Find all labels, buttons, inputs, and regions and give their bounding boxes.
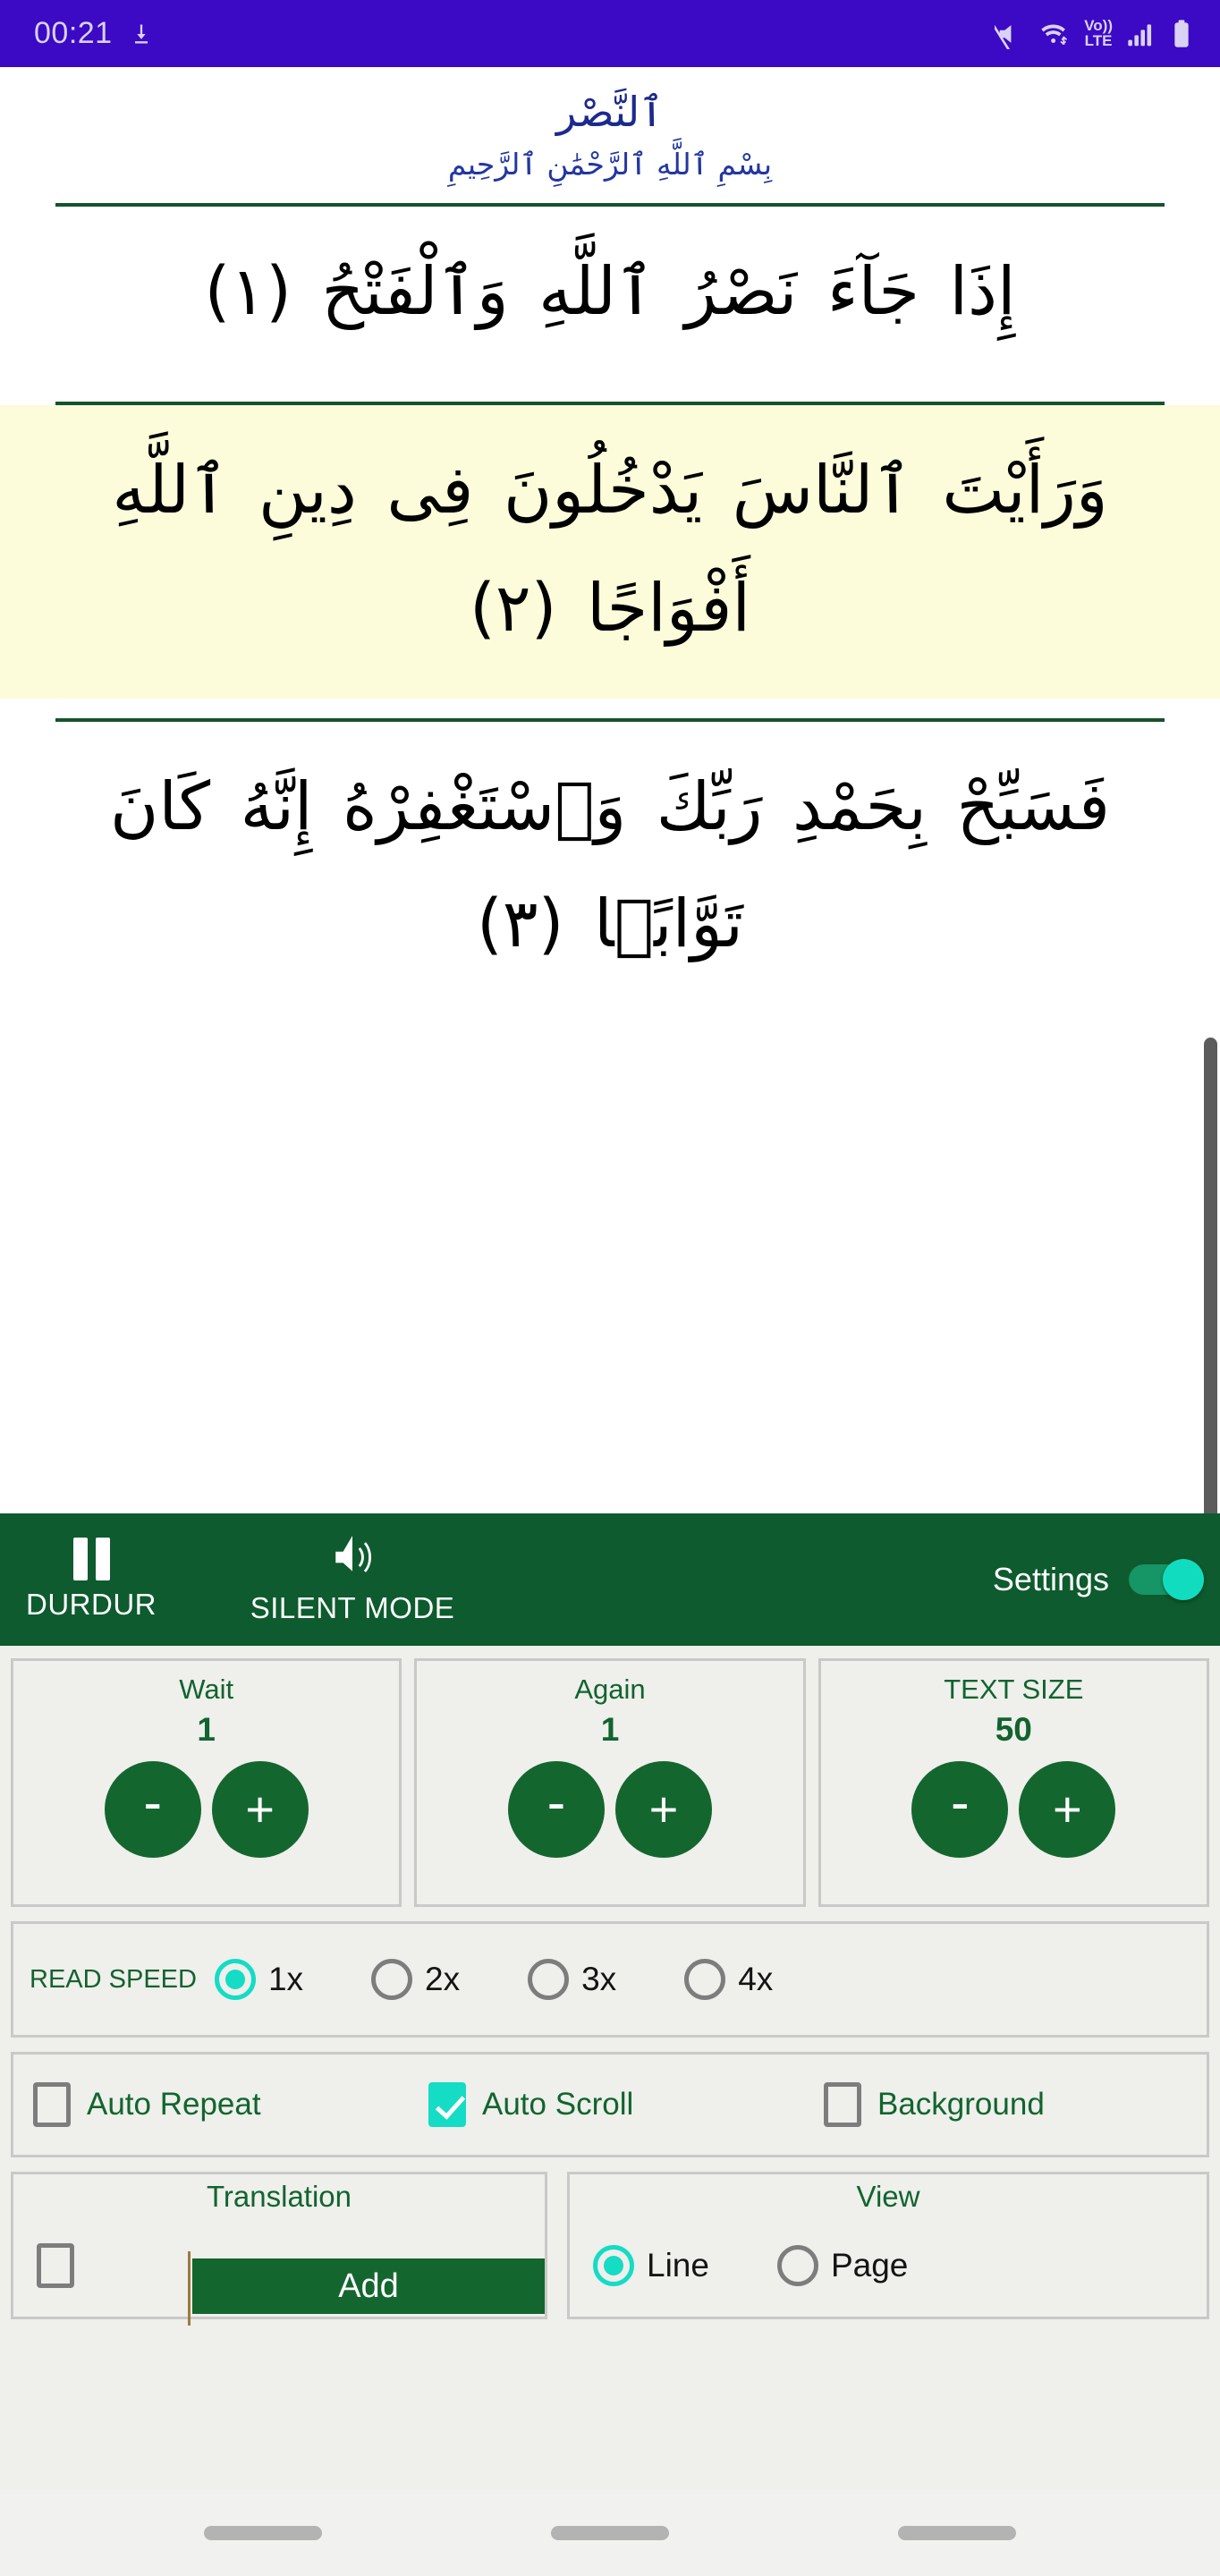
ayah-line[interactable]: إِذَا جَآءَ نَصْرُ ٱللَّهِ وَٱلْفَتْحُ (… xyxy=(0,207,1220,382)
nav-pill-recents[interactable] xyxy=(204,2526,322,2540)
clock-time: 00:21 xyxy=(34,16,113,50)
settings-toggle-group[interactable]: Settings xyxy=(993,1513,1220,1646)
radio-icon[interactable] xyxy=(593,2244,634,2286)
again-decrement-button[interactable]: - xyxy=(507,1761,605,1858)
read-speed-option-1x[interactable]: 1x xyxy=(214,1959,304,2000)
nav-pill-back[interactable] xyxy=(898,2526,1016,2540)
again-increment-button[interactable]: + xyxy=(614,1761,712,1858)
view-option-line[interactable]: Line xyxy=(593,2244,709,2286)
read-speed-option-3x[interactable]: 3x xyxy=(528,1959,616,2000)
silent-mode-button[interactable]: SILENT MODE xyxy=(182,1513,522,1646)
view-option-label: Line xyxy=(647,2246,709,2284)
toggle-knob xyxy=(1163,1559,1204,1600)
read-speed-option-label: 4x xyxy=(738,1961,774,1997)
volte-icon: Vo)) LTE xyxy=(1084,17,1113,49)
bottom-panel-row: Translation Add View Line Page xyxy=(11,2172,1209,2326)
text-size-increment-button[interactable]: + xyxy=(1019,1761,1116,1858)
stepper-buttons: - + xyxy=(911,1761,1116,1858)
surah-title: ٱلنَّصْر xyxy=(555,88,665,136)
stepper-value: 50 xyxy=(995,1711,1032,1748)
read-speed-option-label: 2x xyxy=(425,1961,461,1997)
settings-panels: Wait 1 - + Again 1 - + TEXT SIZE 50 - + … xyxy=(0,1646,1220,2490)
ayah-line[interactable]: وَرَأَيْتَ ٱلنَّاسَ يَدْخُلُونَ فِى دِين… xyxy=(0,405,1220,699)
stepper-text-size: TEXT SIZE 50 - + xyxy=(818,1658,1209,1907)
settings-toggle-switch[interactable] xyxy=(1129,1559,1204,1600)
system-navigation-bar xyxy=(0,2490,1220,2576)
ayah-line[interactable]: فَسَبِّحْ بِحَمْدِ رَبِّكَ وَٱسْتَغْفِرْ… xyxy=(0,722,1220,1014)
translation-checkbox[interactable] xyxy=(37,2242,74,2288)
checkbox-checked-icon[interactable] xyxy=(428,2082,466,2127)
read-speed-option-label: 1x xyxy=(267,1961,304,1997)
status-bar: 00:21 Vo)) LTE xyxy=(0,0,1220,67)
checkbox-label: Background xyxy=(877,2087,1045,2122)
stepper-again: Again 1 - + xyxy=(414,1658,806,1907)
wait-increment-button[interactable]: + xyxy=(211,1761,309,1858)
view-panel: View Line Page xyxy=(567,2172,1209,2319)
speaker-icon xyxy=(329,1535,376,1584)
stepper-title: Wait xyxy=(179,1674,234,1705)
stepper-buttons: - + xyxy=(104,1761,309,1858)
stepper-row: Wait 1 - + Again 1 - + TEXT SIZE 50 - + xyxy=(11,1658,1209,1907)
checkbox-icon[interactable] xyxy=(33,2082,71,2127)
vertical-scrollbar-thumb[interactable] xyxy=(1204,1038,1217,1513)
read-speed-option-2x[interactable]: 2x xyxy=(371,1959,460,2000)
checkbox-background[interactable]: Background xyxy=(824,2082,1187,2127)
silent-mode-label: SILENT MODE xyxy=(250,1590,455,1624)
translation-divider xyxy=(188,2251,191,2326)
radio-icon[interactable] xyxy=(214,1959,256,2000)
status-bar-right: Vo)) LTE xyxy=(995,17,1193,49)
checkbox-auto-scroll[interactable]: Auto Scroll xyxy=(428,2082,792,2127)
stepper-wait: Wait 1 - + xyxy=(11,1658,402,1907)
mute-icon xyxy=(995,19,1025,49)
settings-label: Settings xyxy=(992,1561,1109,1597)
read-speed-option-4x[interactable]: 4x xyxy=(684,1959,773,2000)
nav-pill-home[interactable] xyxy=(551,2526,669,2540)
text-size-decrement-button[interactable]: - xyxy=(911,1761,1009,1858)
view-body: Line Page xyxy=(570,2214,1207,2317)
stepper-value: 1 xyxy=(197,1711,216,1748)
translation-title: Translation xyxy=(206,2180,352,2213)
read-speed-row: READ SPEED 1x 2x 3x 4x xyxy=(11,1921,1209,2038)
view-title: View xyxy=(856,2180,920,2213)
view-option-label: Page xyxy=(830,2246,909,2284)
view-option-page[interactable]: Page xyxy=(776,2244,909,2286)
read-speed-option-label: 3x xyxy=(581,1961,617,1997)
stepper-buttons: - + xyxy=(507,1761,712,1858)
translation-body: Add xyxy=(13,2214,545,2326)
quran-reader[interactable]: ٱلنَّصْر بِسْمِ ٱللَّهِ ٱلرَّحْمَٰنِ ٱلر… xyxy=(0,67,1220,1513)
status-bar-left: 00:21 xyxy=(34,16,154,51)
checkbox-row: Auto Repeat Auto Scroll Background xyxy=(11,2052,1209,2157)
radio-icon[interactable] xyxy=(684,1959,726,2000)
read-speed-label: READ SPEED xyxy=(30,1964,197,1994)
app-root: 00:21 Vo)) LTE ٱلنَّصْر بِسْمِ ٱللَّهِ ٱ… xyxy=(0,0,1220,2576)
basmala-text: بِسْمِ ٱللَّهِ ٱلرَّحْمَٰنِ ٱلرَّحِيمِ xyxy=(447,146,773,182)
signal-icon xyxy=(1126,20,1156,48)
checkbox-label: Auto Repeat xyxy=(87,2087,261,2122)
translation-add-button[interactable]: Add xyxy=(192,2258,545,2314)
playback-control-bar: DURDUR SILENT MODE Settings xyxy=(0,1513,1220,1646)
checkbox-auto-repeat[interactable]: Auto Repeat xyxy=(33,2082,396,2127)
radio-icon[interactable] xyxy=(528,1959,570,2000)
pause-icon xyxy=(72,1538,110,1580)
download-icon xyxy=(129,21,154,47)
wait-decrement-button[interactable]: - xyxy=(104,1761,201,1858)
pause-button[interactable]: DURDUR xyxy=(0,1513,182,1646)
stepper-title: TEXT SIZE xyxy=(944,1674,1084,1705)
battery-icon xyxy=(1170,19,1193,49)
stepper-value: 1 xyxy=(600,1711,620,1748)
pause-button-label: DURDUR xyxy=(26,1588,157,1621)
translation-panel: Translation Add xyxy=(11,2172,547,2326)
stepper-title: Again xyxy=(574,1674,646,1705)
checkbox-icon[interactable] xyxy=(824,2082,861,2127)
checkbox-label: Auto Scroll xyxy=(482,2087,634,2122)
wifi-icon xyxy=(1038,19,1071,49)
radio-icon[interactable] xyxy=(371,1959,413,2000)
radio-icon[interactable] xyxy=(776,2244,818,2286)
